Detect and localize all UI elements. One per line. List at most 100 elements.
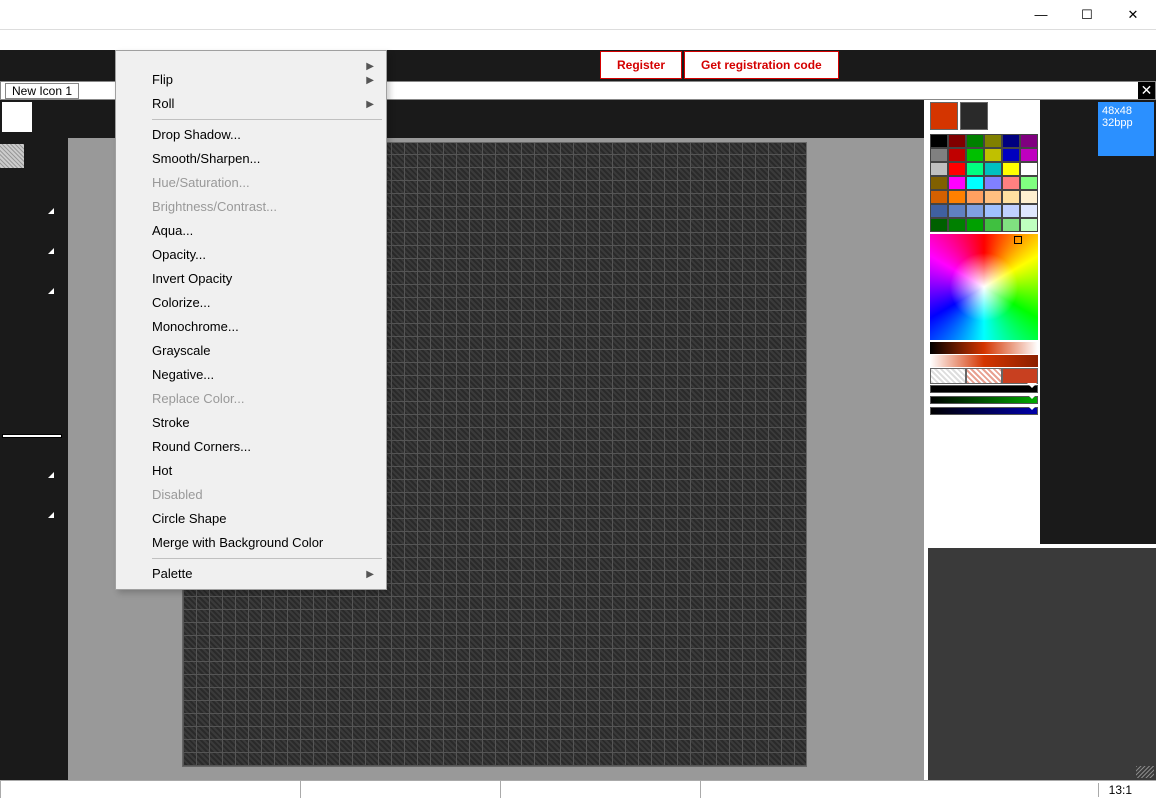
menu-item[interactable]: Hot bbox=[118, 459, 384, 483]
menu-item[interactable]: Stroke bbox=[118, 411, 384, 435]
tool-slot[interactable] bbox=[0, 480, 56, 520]
get-registration-code-button[interactable]: Get registration code bbox=[684, 51, 839, 79]
menu-item[interactable]: Negative... bbox=[118, 363, 384, 387]
color-swatch-grid bbox=[930, 134, 1038, 232]
color-swatch[interactable] bbox=[930, 218, 948, 232]
color-swatch[interactable] bbox=[948, 204, 966, 218]
color-swatch[interactable] bbox=[948, 162, 966, 176]
menu-item[interactable]: Invert Opacity bbox=[118, 267, 384, 291]
color-swatch[interactable] bbox=[966, 134, 984, 148]
color-swatch[interactable] bbox=[1020, 162, 1038, 176]
color-swatch[interactable] bbox=[966, 148, 984, 162]
minimize-button[interactable]: — bbox=[1018, 0, 1064, 30]
color-swatch[interactable] bbox=[1002, 134, 1020, 148]
color-swatch[interactable] bbox=[948, 148, 966, 162]
color-swatch[interactable] bbox=[1002, 204, 1020, 218]
color-swatch[interactable] bbox=[1002, 162, 1020, 176]
color-swatch[interactable] bbox=[948, 190, 966, 204]
menu-item[interactable]: Opacity... bbox=[118, 243, 384, 267]
menu-item[interactable]: Round Corners... bbox=[118, 435, 384, 459]
menu-item[interactable]: ▶ bbox=[118, 54, 384, 68]
color-swatch[interactable] bbox=[1002, 148, 1020, 162]
color-swatch[interactable] bbox=[966, 162, 984, 176]
tool-slot[interactable] bbox=[0, 136, 56, 176]
tab-close-button[interactable]: ✕ bbox=[1138, 82, 1155, 99]
color-swatch[interactable] bbox=[930, 190, 948, 204]
color-swatch[interactable] bbox=[930, 204, 948, 218]
color-swatch[interactable] bbox=[984, 134, 1002, 148]
tool-slot[interactable] bbox=[0, 176, 56, 216]
value-gradient-bar[interactable] bbox=[930, 342, 1038, 354]
close-button[interactable]: ✕ bbox=[1110, 0, 1156, 30]
color-swatch[interactable] bbox=[948, 176, 966, 190]
color-swatch[interactable] bbox=[966, 190, 984, 204]
menu-item[interactable]: Merge with Background Color bbox=[118, 531, 384, 555]
green-slider[interactable] bbox=[930, 396, 1038, 404]
color-swatch[interactable] bbox=[1020, 148, 1038, 162]
tool-slot[interactable] bbox=[0, 216, 56, 256]
color-swatch[interactable] bbox=[966, 176, 984, 190]
color-picker[interactable] bbox=[930, 234, 1038, 340]
color-swatch[interactable] bbox=[930, 134, 948, 148]
color-swatch[interactable] bbox=[984, 148, 1002, 162]
color-swatch[interactable] bbox=[984, 204, 1002, 218]
tool-slot[interactable] bbox=[0, 336, 56, 376]
color-swatch[interactable] bbox=[948, 218, 966, 232]
color-swatch[interactable] bbox=[1020, 204, 1038, 218]
menu-item[interactable]: Palette▶ bbox=[118, 562, 384, 586]
color-swatch[interactable] bbox=[1020, 134, 1038, 148]
maximize-button[interactable]: ☐ bbox=[1064, 0, 1110, 30]
tint-gradient-bar[interactable] bbox=[930, 355, 1038, 367]
color-swatch[interactable] bbox=[948, 134, 966, 148]
menu-item[interactable]: Grayscale bbox=[118, 339, 384, 363]
tool-slot[interactable] bbox=[0, 520, 56, 560]
icon-preview[interactable] bbox=[1042, 102, 1096, 156]
tool-slot[interactable] bbox=[0, 296, 56, 336]
color-swatch[interactable] bbox=[1002, 218, 1020, 232]
line-weight-indicator[interactable] bbox=[2, 434, 62, 438]
color-swatch[interactable] bbox=[930, 176, 948, 190]
document-tab[interactable]: New Icon 1 bbox=[5, 83, 79, 99]
menu-item[interactable]: Circle Shape bbox=[118, 507, 384, 531]
color-swatch[interactable] bbox=[930, 162, 948, 176]
tool-slot[interactable] bbox=[0, 376, 56, 416]
menu-item: Brightness/Contrast... bbox=[118, 195, 384, 219]
foreground-color-swatch[interactable] bbox=[930, 102, 958, 130]
menu-item: Disabled bbox=[118, 483, 384, 507]
color-swatch[interactable] bbox=[1020, 176, 1038, 190]
window-titlebar: — ☐ ✕ bbox=[0, 0, 1156, 30]
color-swatch[interactable] bbox=[966, 218, 984, 232]
tool-slot[interactable] bbox=[0, 100, 56, 136]
color-swatch[interactable] bbox=[930, 148, 948, 162]
menu-item[interactable]: Flip▶ bbox=[118, 68, 384, 92]
menu-item[interactable]: Monochrome... bbox=[118, 315, 384, 339]
menu-item[interactable]: Smooth/Sharpen... bbox=[118, 147, 384, 171]
icon-format-info[interactable]: 48x48 32bpp bbox=[1098, 102, 1154, 156]
background-color-swatch[interactable] bbox=[960, 102, 988, 130]
pattern-swatches[interactable] bbox=[930, 368, 1038, 384]
blue-slider[interactable] bbox=[930, 407, 1038, 415]
color-swatch[interactable] bbox=[1020, 190, 1038, 204]
color-palette-panel bbox=[928, 100, 1040, 544]
red-slider[interactable] bbox=[930, 385, 1038, 393]
color-swatch[interactable] bbox=[984, 176, 1002, 190]
menu-item[interactable]: Colorize... bbox=[118, 291, 384, 315]
preview-size: 48x48 bbox=[1102, 105, 1150, 117]
color-swatch[interactable] bbox=[984, 190, 1002, 204]
color-swatch[interactable] bbox=[966, 204, 984, 218]
register-button[interactable]: Register bbox=[600, 51, 682, 79]
menu-item[interactable]: Roll▶ bbox=[118, 92, 384, 116]
color-swatch[interactable] bbox=[1002, 190, 1020, 204]
color-swatch[interactable] bbox=[1020, 218, 1038, 232]
menu-separator bbox=[152, 119, 382, 120]
resize-grip-icon[interactable] bbox=[1136, 766, 1154, 778]
preview-depth: 32bpp bbox=[1102, 117, 1150, 129]
submenu-arrow-icon: ▶ bbox=[366, 567, 374, 583]
menu-item[interactable]: Drop Shadow... bbox=[118, 123, 384, 147]
color-swatch[interactable] bbox=[984, 162, 1002, 176]
color-swatch[interactable] bbox=[984, 218, 1002, 232]
tool-slot[interactable] bbox=[0, 440, 56, 480]
tool-slot[interactable] bbox=[0, 256, 56, 296]
menu-item[interactable]: Aqua... bbox=[118, 219, 384, 243]
color-swatch[interactable] bbox=[1002, 176, 1020, 190]
